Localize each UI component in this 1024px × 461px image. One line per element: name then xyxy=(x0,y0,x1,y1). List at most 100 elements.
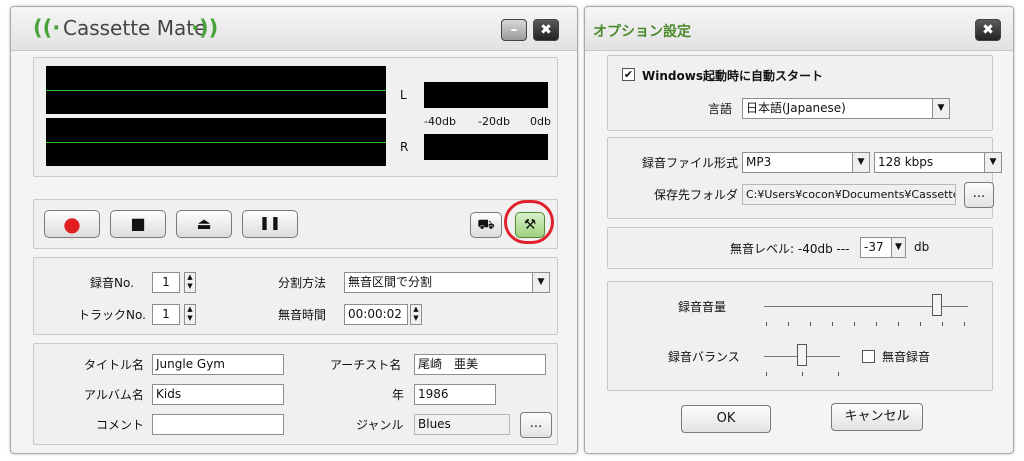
volume-tick xyxy=(876,322,877,326)
options-title: オプション設定 xyxy=(593,24,691,40)
volume-tick xyxy=(964,322,965,326)
stop-button[interactable]: ■ xyxy=(110,210,166,238)
year-field[interactable]: 1986 xyxy=(414,384,496,405)
volume-tick xyxy=(788,322,789,326)
options-window: オプション設定 ✖ ✔ Windows起動時に自動スタート 言語 日本語(Jap… xyxy=(584,6,1014,454)
record-button[interactable]: ● xyxy=(44,210,100,238)
scale-label: -40db xyxy=(424,115,456,128)
artist-label: アーチスト名 xyxy=(330,358,402,372)
balance-tick xyxy=(838,372,839,376)
silence-level-label: 無音レベル: -40db --- xyxy=(730,242,850,256)
silence-level-select[interactable]: -37 ▼ xyxy=(860,237,906,258)
left-level-bar xyxy=(424,82,548,108)
genre-browse-button[interactable]: ... xyxy=(520,412,552,438)
chevron-down-icon[interactable]: ▼ xyxy=(891,238,905,257)
right-channel-display xyxy=(46,118,386,166)
title-label: タイトル名 xyxy=(84,358,145,372)
general-panel: ✔ Windows起動時に自動スタート 言語 日本語(Japanese) ▼ xyxy=(607,55,993,131)
split-method-select[interactable]: 無音区間で分割 ▼ xyxy=(344,272,550,293)
split-method-value: 無音区間で分割 xyxy=(348,275,433,289)
ok-button[interactable]: OK xyxy=(681,405,771,433)
rec-no-field[interactable]: 1 xyxy=(152,272,180,293)
volume-tick xyxy=(920,322,921,326)
album-label: アルバム名 xyxy=(84,388,144,402)
cancel-button[interactable]: キャンセル xyxy=(831,403,923,431)
artist-field[interactable]: 尾崎 亜美 xyxy=(414,354,546,375)
scale-label: -20db xyxy=(478,115,510,128)
autostart-checkbox[interactable]: ✔ xyxy=(622,68,635,81)
bitrate-value: 128 kbps xyxy=(878,155,934,169)
silence-time-spinner[interactable]: ▲ ▼ xyxy=(410,304,422,325)
close-button[interactable]: ✖ xyxy=(533,19,559,41)
language-label: 言語 xyxy=(708,102,733,116)
silence-time-label: 無音時間 xyxy=(278,308,327,322)
title-bar: ((· Cassette Mate ·)) – ✖ xyxy=(11,7,577,51)
right-channel-label: R xyxy=(400,140,409,154)
volume-tick xyxy=(810,322,811,326)
language-value: 日本語(Japanese) xyxy=(746,101,846,115)
folder-label: 保存先フォルダ xyxy=(654,188,739,202)
autostart-label: Windows起動時に自動スタート xyxy=(642,69,823,83)
volume-panel: 録音音量 録音バランス 無音録音 xyxy=(607,281,993,391)
balance-tick xyxy=(766,372,767,376)
left-channel-label: L xyxy=(400,88,407,102)
folder-field[interactable]: C:¥Users¥cocon¥Documents¥Cassette xyxy=(742,184,956,205)
cart-icon[interactable]: ⛟ xyxy=(470,212,502,238)
mute-record-checkbox[interactable] xyxy=(862,350,875,363)
tag-panel: タイトル名 Jungle Gym アルバム名 Kids コメント アーチスト名 … xyxy=(33,343,558,445)
volume-tick xyxy=(854,322,855,326)
format-value: MP3 xyxy=(746,155,772,169)
bitrate-select[interactable]: 128 kbps ▼ xyxy=(874,152,1002,173)
volume-tick xyxy=(898,322,899,326)
rec-no-spinner[interactable]: ▲ ▼ xyxy=(184,272,196,293)
genre-field[interactable]: Blues xyxy=(414,414,510,435)
volume-tick xyxy=(942,322,943,326)
app-logo-icon-left: ((· xyxy=(33,16,61,40)
track-no-field[interactable]: 1 xyxy=(152,304,180,325)
chevron-down-icon[interactable]: ▼ xyxy=(932,99,949,118)
album-field[interactable]: Kids xyxy=(152,384,284,405)
balance-tick xyxy=(802,372,803,376)
format-select[interactable]: MP3 ▼ xyxy=(742,152,870,173)
recording-settings-panel: 録音No. 1 ▲ ▼ トラックNo. 1 ▲ ▼ 分割方法 無音区間で分割 ▼ 無… xyxy=(33,257,558,335)
cassette-mate-window: ((· Cassette Mate ·)) – ✖ L R -40db -20d… xyxy=(10,6,578,454)
minimize-button[interactable]: – xyxy=(501,19,527,41)
level-meter-panel: L R -40db -20db 0db xyxy=(33,57,558,177)
language-select[interactable]: 日本語(Japanese) ▼ xyxy=(742,98,950,119)
options-close-button[interactable]: ✖ xyxy=(975,19,1001,41)
volume-tick xyxy=(832,322,833,326)
right-level-bar xyxy=(424,134,548,160)
app-logo-icon-right: ·)) xyxy=(191,16,219,40)
chevron-down-icon[interactable]: ▼ xyxy=(532,273,549,292)
genre-label: ジャンル xyxy=(356,418,404,432)
track-no-spinner[interactable]: ▲ ▼ xyxy=(184,304,196,325)
folder-browse-button[interactable]: ... xyxy=(964,182,994,208)
balance-label: 録音バランス xyxy=(668,350,740,364)
track-no-label: トラックNo. xyxy=(78,308,146,322)
silence-level-panel: 無音レベル: -40db --- -37 ▼ db xyxy=(607,227,993,269)
format-label: 録音ファイル形式 xyxy=(642,156,739,170)
options-title-bar: オプション設定 ✖ xyxy=(585,7,1013,51)
transport-panel: ● ■ ⏏ ❚❚ ⛟ ⚒ xyxy=(33,199,558,249)
eject-button[interactable]: ⏏ xyxy=(176,210,232,238)
year-label: 年 xyxy=(392,388,405,402)
chevron-down-icon[interactable]: ▼ xyxy=(852,153,869,172)
title-field[interactable]: Jungle Gym xyxy=(152,354,284,375)
chevron-down-icon[interactable]: ▼ xyxy=(984,153,1001,172)
scale-label: 0db xyxy=(530,115,551,128)
balance-slider[interactable] xyxy=(797,344,807,366)
mute-record-label: 無音録音 xyxy=(882,350,931,364)
volume-slider[interactable] xyxy=(932,294,943,316)
silence-level-unit: db xyxy=(914,240,930,254)
pause-button[interactable]: ❚❚ xyxy=(242,210,298,238)
silence-time-field[interactable]: 00:00:02 xyxy=(344,304,408,325)
file-panel: 録音ファイル形式 MP3 ▼ 128 kbps ▼ 保存先フォルダ C:¥Use… xyxy=(607,137,1002,219)
rec-no-label: 録音No. xyxy=(90,276,134,290)
volume-label: 録音音量 xyxy=(678,300,727,314)
comment-label: コメント xyxy=(96,418,145,432)
volume-tick xyxy=(766,322,767,326)
settings-icon[interactable]: ⚒ xyxy=(515,212,545,238)
app-title: Cassette Mate xyxy=(63,16,207,40)
split-method-label: 分割方法 xyxy=(278,276,327,290)
comment-field[interactable] xyxy=(152,414,284,435)
